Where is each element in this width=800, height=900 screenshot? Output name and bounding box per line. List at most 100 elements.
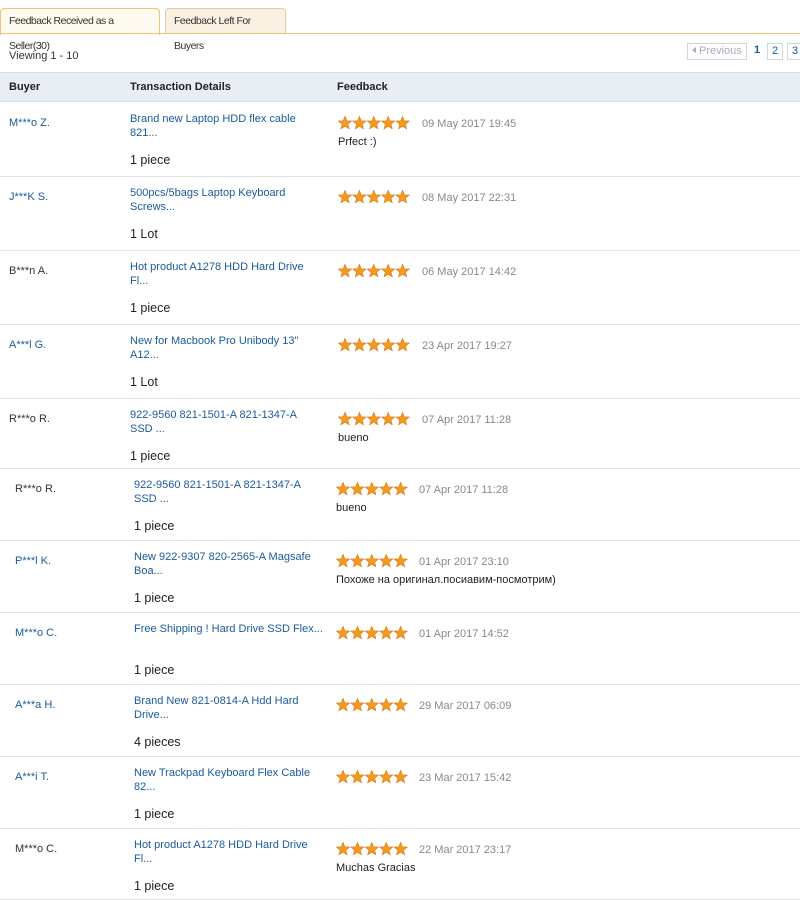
star-icon (349, 482, 365, 496)
buyer-name[interactable]: J***K S. (9, 191, 48, 203)
table-row: A***l G. New for Macbook Pro Unibody 13" … (0, 325, 800, 399)
star-icon (380, 264, 396, 278)
star-icon (338, 338, 353, 352)
star-icon (336, 626, 351, 640)
tab-feedback-received[interactable]: Feedback Received as a Seller(30) (0, 8, 160, 52)
star-icon (366, 412, 382, 426)
star-rating (338, 264, 410, 278)
star-icon (393, 554, 408, 568)
star-icon (378, 626, 394, 640)
quantity: 1 piece (130, 449, 171, 463)
star-icon (380, 116, 396, 130)
buyer-name[interactable]: P***l K. (15, 555, 51, 567)
feedback-date: 07 Apr 2017 11:28 (422, 414, 512, 426)
star-icon (393, 770, 408, 784)
table-row: P***l K. New 922-9307 820-2565-A Magsafe … (0, 541, 800, 613)
star-icon (393, 626, 408, 640)
product-link[interactable]: Brand new Laptop HDD flex cable 821... (130, 112, 320, 140)
buyer-name: R***o R. (9, 413, 50, 425)
star-rating (336, 482, 408, 496)
feedback-date: 08 May 2017 22:31 (422, 192, 517, 204)
star-icon (336, 482, 351, 496)
feedback-date: 29 Mar 2017 06:09 (419, 700, 512, 712)
star-icon (395, 264, 410, 278)
quantity: 1 piece (134, 591, 175, 605)
star-icon (366, 264, 382, 278)
feedback-date: 07 Apr 2017 11:28 (419, 484, 509, 496)
star-icon (351, 412, 367, 426)
product-link[interactable]: 500pcs/5bags Laptop Keyboard Screws... (130, 186, 320, 214)
page-1-link[interactable]: 1 (749, 43, 765, 60)
star-icon (338, 116, 353, 130)
star-icon (393, 698, 408, 712)
buyer-name: R***o R. (15, 483, 56, 495)
table-row: B***n A. Hot product A1278 HDD Hard Drive… (0, 251, 800, 325)
star-icon (336, 770, 351, 784)
column-transaction-details: Transaction Details (130, 81, 231, 93)
feedback-date: 23 Apr 2017 19:27 (422, 340, 512, 352)
column-feedback: Feedback (337, 81, 388, 93)
star-icon (364, 770, 380, 784)
product-link[interactable]: Hot product A1278 HDD Hard Drive Fl... (130, 260, 320, 288)
product-link[interactable]: New Trackpad Keyboard Flex Cable 82... (134, 766, 324, 794)
star-icon (351, 264, 367, 278)
quantity: 1 piece (134, 879, 175, 893)
buyer-name[interactable]: A***i T. (15, 771, 49, 783)
product-link[interactable]: New 922-9307 820-2565-A Magsafe Boa... (134, 550, 324, 578)
buyer-name: B***n A. (9, 265, 49, 277)
viewing-count: Viewing 1 - 10 (9, 50, 79, 62)
star-icon (351, 116, 367, 130)
quantity: 4 pieces (134, 735, 181, 749)
product-link[interactable]: Hot product A1278 HDD Hard Drive Fl... (134, 838, 324, 866)
star-icon (395, 412, 410, 426)
star-icon (336, 842, 351, 856)
quantity: 1 piece (130, 153, 171, 167)
buyer-name[interactable]: M***o C. (15, 627, 57, 639)
star-icon (366, 116, 382, 130)
star-icon (366, 190, 382, 204)
star-icon (395, 116, 410, 130)
star-rating (336, 698, 408, 712)
feedback-date: 22 Mar 2017 23:17 (419, 844, 512, 856)
product-link[interactable]: New for Macbook Pro Unibody 13" A12... (130, 334, 320, 362)
star-rating (336, 626, 408, 640)
star-rating (338, 116, 410, 130)
product-link[interactable]: 922-9560 821-1501-A 821-1347-A SSD ... (130, 408, 320, 436)
product-link[interactable]: Brand New 821-0814-A Hdd Hard Drive... (134, 694, 324, 722)
table-header: Buyer Transaction Details Feedback (0, 72, 800, 102)
buyer-name[interactable]: M***o Z. (9, 117, 50, 129)
star-rating (338, 190, 410, 204)
feedback-date: 23 Mar 2017 15:42 (419, 772, 512, 784)
star-icon (380, 338, 396, 352)
star-rating (338, 412, 410, 426)
star-icon (364, 698, 380, 712)
product-link[interactable]: 922-9560 821-1501-A 821-1347-A SSD ... (134, 478, 324, 506)
feedback-date: 06 May 2017 14:42 (422, 266, 517, 278)
star-icon (338, 190, 353, 204)
star-icon (380, 412, 396, 426)
star-icon (378, 770, 394, 784)
star-icon (364, 842, 380, 856)
buyer-name[interactable]: A***a H. (15, 699, 55, 711)
table-row: R***o R. 922-9560 821-1501-A 821-1347-A S… (0, 469, 800, 541)
tab-feedback-left[interactable]: Feedback Left For Buyers (165, 8, 286, 52)
table-row: A***a H. Brand New 821-0814-A Hdd Hard Dr… (0, 685, 800, 757)
table-row: M***o C. Free Shipping ! Hard Drive SSD F… (0, 613, 800, 685)
quantity: 1 piece (134, 519, 175, 533)
star-icon (378, 554, 394, 568)
star-icon (366, 338, 382, 352)
table-row: R***o R. 922-9560 821-1501-A 821-1347-A S… (0, 399, 800, 469)
product-link[interactable]: Free Shipping ! Hard Drive SSD Flex... (134, 622, 324, 636)
star-icon (351, 190, 367, 204)
page-2-link[interactable]: 2 (767, 43, 783, 60)
quantity: 1 piece (134, 663, 175, 677)
previous-page-button[interactable]: Previous (687, 43, 747, 60)
feedback-date: 09 May 2017 19:45 (422, 118, 517, 130)
buyer-name[interactable]: A***l G. (9, 339, 46, 351)
star-icon (349, 626, 365, 640)
page-3-link[interactable]: 3 (787, 43, 800, 60)
column-buyer: Buyer (9, 81, 41, 93)
star-icon (393, 842, 408, 856)
feedback-comment: bueno (336, 502, 367, 514)
star-icon (349, 698, 365, 712)
